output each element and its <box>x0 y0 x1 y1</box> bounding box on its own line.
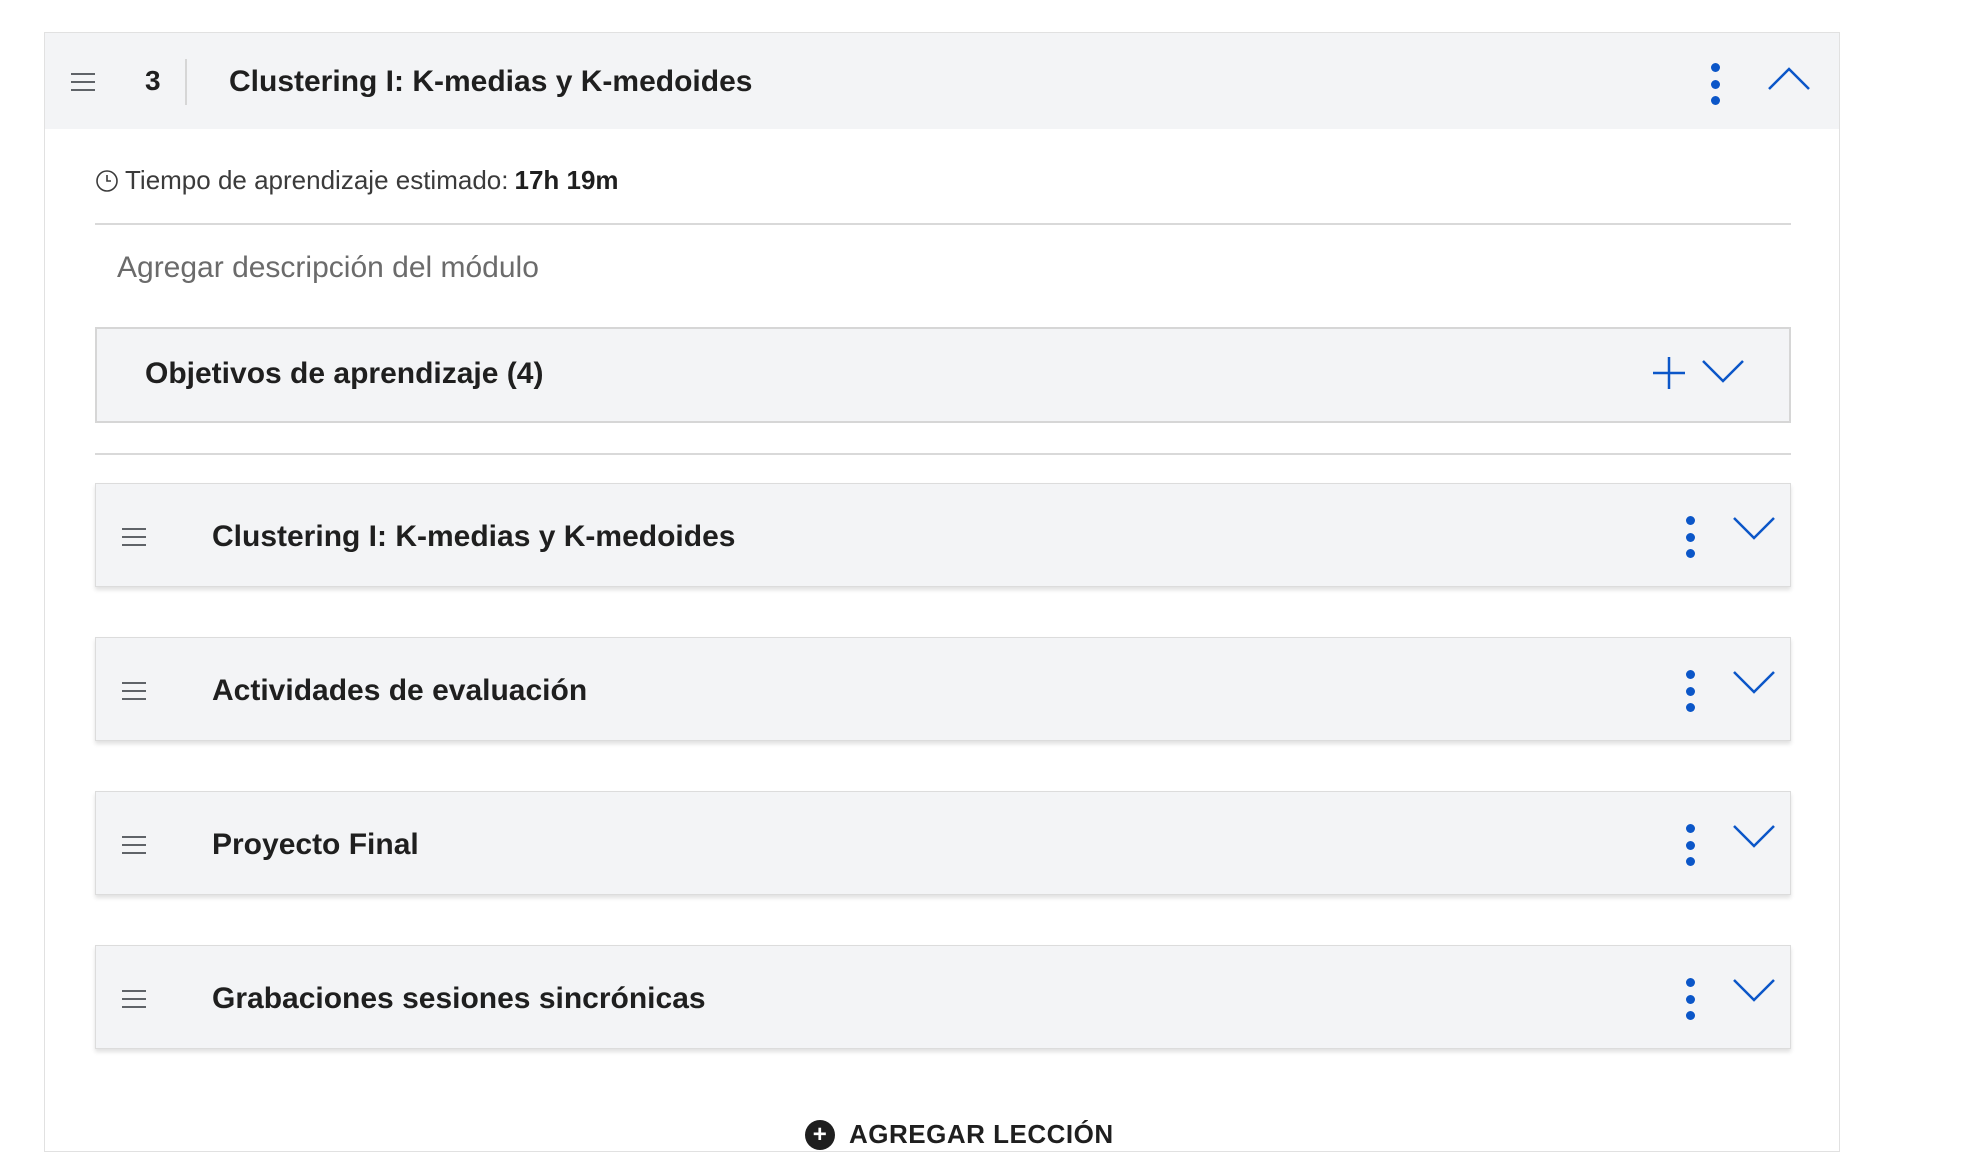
estimated-time-label: Tiempo de aprendizaje estimado: <box>125 165 509 195</box>
lesson-item[interactable]: Grabaciones sesiones sincrónicas <box>95 945 1791 1049</box>
divider <box>95 223 1791 225</box>
lesson-title: Actividades de evaluación <box>212 674 588 707</box>
lesson-item[interactable]: Clustering I: K-medias y K-medoides <box>95 483 1791 587</box>
lesson-title: Clustering I: K-medias y K-medoides <box>212 520 736 553</box>
lesson-item[interactable]: Actividades de evaluación <box>95 637 1791 741</box>
lesson-item[interactable]: Proyecto Final <box>95 791 1791 895</box>
more-options-icon[interactable] <box>1709 63 1721 105</box>
module-header[interactable]: 3 Clustering I: K-medias y K-medoides <box>45 33 1839 129</box>
drag-handle-icon[interactable] <box>71 73 95 91</box>
clock-icon <box>96 169 118 192</box>
module-description-input[interactable]: Agregar descripción del módulo <box>117 251 539 285</box>
lesson-title: Grabaciones sesiones sincrónicas <box>212 982 706 1015</box>
chevron-up-icon[interactable] <box>1767 65 1811 91</box>
drag-handle-icon[interactable] <box>122 682 146 700</box>
chevron-down-icon[interactable] <box>1701 359 1745 385</box>
learning-objectives-title: Objetivos de aprendizaje (4) <box>145 357 544 390</box>
drag-handle-icon[interactable] <box>122 528 146 546</box>
more-options-icon[interactable] <box>1684 978 1696 1020</box>
more-options-icon[interactable] <box>1684 670 1696 712</box>
module-title: Clustering I: K-medias y K-medoides <box>229 65 753 98</box>
divider <box>185 59 187 105</box>
more-options-icon[interactable] <box>1684 824 1696 866</box>
chevron-down-icon[interactable] <box>1732 670 1776 696</box>
drag-handle-icon[interactable] <box>122 990 146 1008</box>
estimated-time-value: 17h 19m <box>514 165 619 195</box>
chevron-down-icon[interactable] <box>1732 978 1776 1004</box>
module-number: 3 <box>145 65 161 96</box>
add-lesson-button[interactable]: + AGREGAR LECCIÓN <box>805 1119 1114 1150</box>
more-options-icon[interactable] <box>1684 516 1696 558</box>
plus-circle-icon: + <box>805 1119 835 1150</box>
learning-objectives-panel[interactable]: Objetivos de aprendizaje (4) <box>95 327 1791 423</box>
lesson-title: Proyecto Final <box>212 828 419 861</box>
chevron-down-icon[interactable] <box>1732 516 1776 542</box>
add-objective-button[interactable] <box>1651 355 1687 391</box>
chevron-down-icon[interactable] <box>1732 824 1776 850</box>
divider <box>95 453 1791 455</box>
plus-icon <box>1653 357 1685 389</box>
add-lesson-label: AGREGAR LECCIÓN <box>849 1119 1114 1149</box>
drag-handle-icon[interactable] <box>122 836 146 854</box>
module-card: 3 Clustering I: K-medias y K-medoides Ti… <box>44 32 1840 1152</box>
estimated-time: Tiempo de aprendizaje estimado: 17h 19m <box>95 165 619 196</box>
